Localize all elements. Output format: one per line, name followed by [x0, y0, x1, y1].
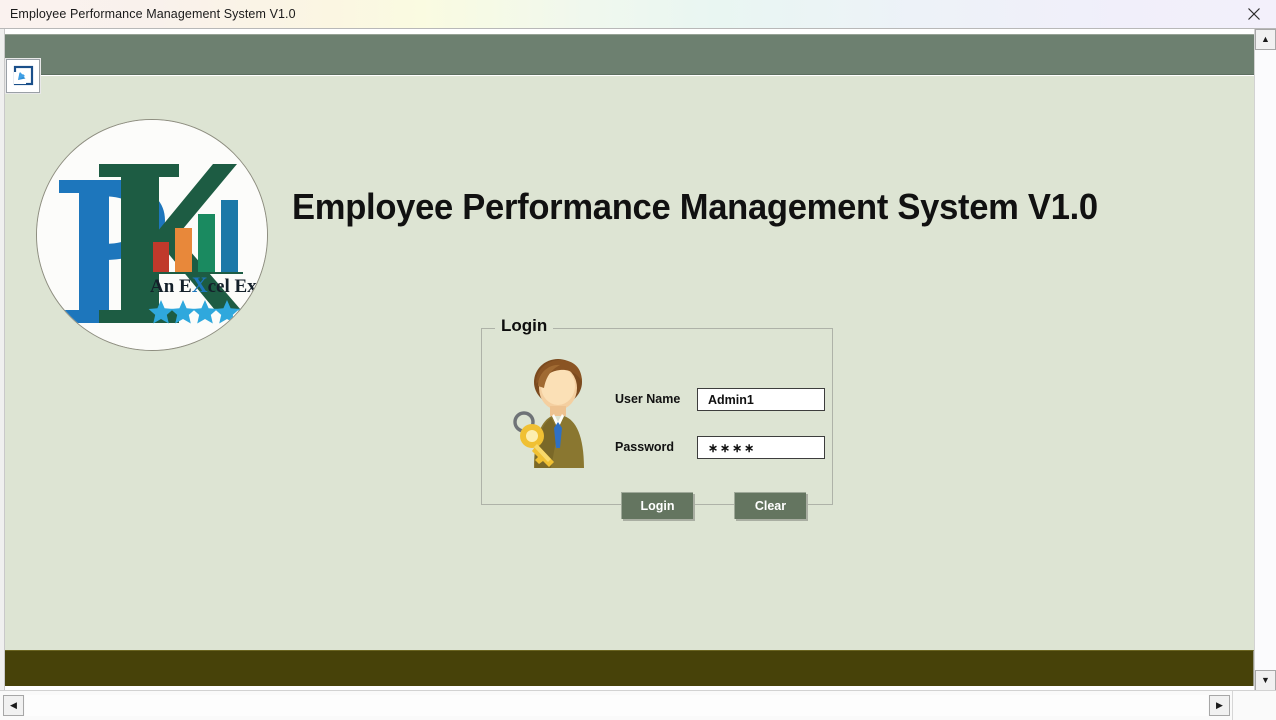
window-title: Employee Performance Management System V… [10, 7, 296, 21]
password-input[interactable] [697, 436, 825, 459]
window-title-bar: Employee Performance Management System V… [0, 0, 1276, 29]
footer-band [5, 650, 1254, 686]
scrollbar-corner [1232, 691, 1276, 720]
username-label: User Name [615, 392, 681, 406]
chevron-up-icon: ▲ [1261, 34, 1270, 44]
login-group-title: Login [495, 316, 554, 336]
clear-button[interactable]: Clear [734, 492, 806, 519]
horizontal-scrollbar[interactable]: ◀ ▶ [0, 690, 1276, 720]
chevron-right-icon: ▶ [1216, 700, 1223, 710]
company-logo: An EXcel Expert [36, 119, 268, 351]
chevron-down-icon: ▼ [1261, 675, 1270, 685]
chevron-left-icon: ◀ [10, 700, 17, 710]
application-window: Employee Performance Management System V… [0, 0, 1276, 720]
svg-text:An EXcel Expert: An EXcel Expert [150, 272, 267, 297]
scroll-down-button[interactable]: ▼ [1255, 670, 1276, 691]
form-header-band [5, 34, 1254, 75]
vertical-scrollbar[interactable]: ▲ ▼ [1254, 29, 1276, 691]
user-with-key-icon [504, 356, 600, 468]
scroll-right-button[interactable]: ▶ [1209, 695, 1230, 716]
restore-window-icon[interactable] [6, 59, 40, 93]
vertical-scroll-track[interactable] [1255, 51, 1276, 669]
horizontal-scroll-track[interactable] [25, 695, 1208, 716]
login-button[interactable]: Login [621, 492, 693, 519]
form-canvas: An EXcel Expert Employee Performance Man… [5, 76, 1254, 679]
close-icon[interactable] [1232, 0, 1276, 28]
scroll-up-button[interactable]: ▲ [1255, 29, 1276, 50]
scroll-left-button[interactable]: ◀ [3, 695, 24, 716]
password-label: Password [615, 440, 675, 454]
page-title: Employee Performance Management System V… [292, 186, 1098, 227]
workbook-sheet-area: An EXcel Expert Employee Performance Man… [0, 29, 1276, 720]
login-group-box: Login User Name Admin1 Password ∗∗∗∗ Log… [481, 316, 833, 519]
username-input[interactable] [697, 388, 825, 411]
